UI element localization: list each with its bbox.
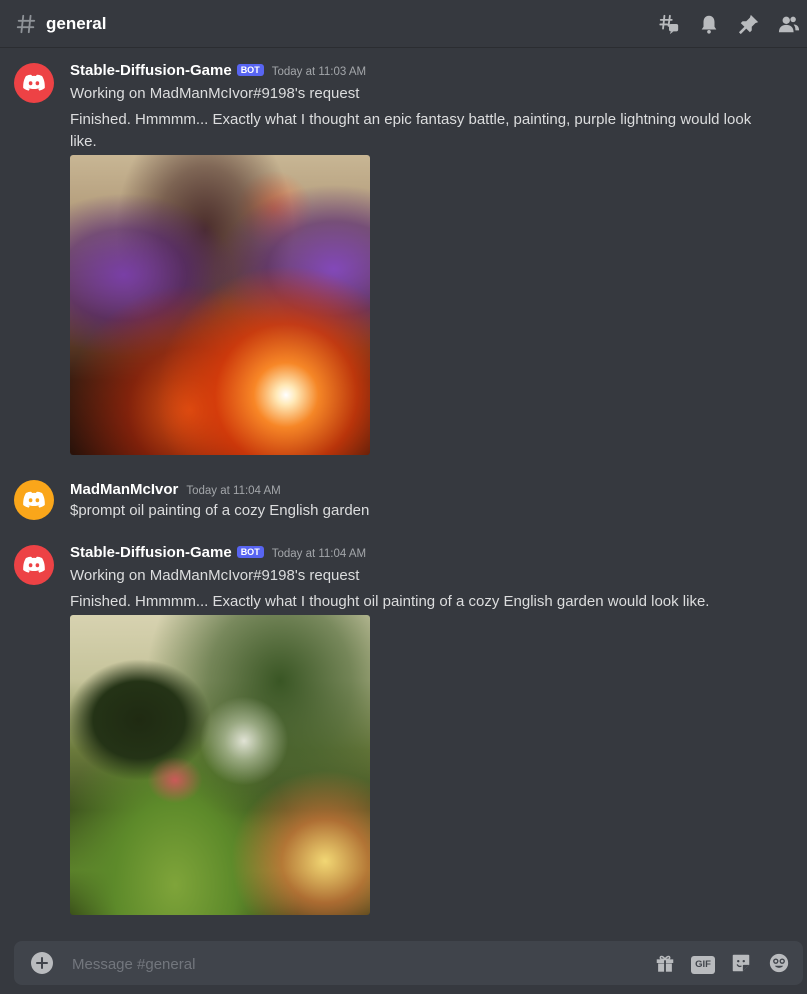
bot-badge: BOT xyxy=(236,64,264,76)
add-attachment-icon[interactable] xyxy=(31,952,53,974)
timestamp: Today at 11:03 AM xyxy=(271,66,367,78)
members-icon[interactable] xyxy=(777,12,801,36)
channel-header: general xyxy=(0,0,807,48)
avatar[interactable] xyxy=(14,480,54,520)
discord-logo-icon xyxy=(23,74,45,91)
message-text: $prompt oil painting of a cozy English g… xyxy=(70,502,370,519)
gif-icon[interactable]: GIF xyxy=(691,951,715,975)
timestamp: Today at 11:04 AM xyxy=(271,548,367,560)
message-text: Working on MadManMcIvor#9198's request xyxy=(70,567,360,584)
message-composer: GIF xyxy=(14,941,803,985)
author-name[interactable]: Stable-Diffusion-Game xyxy=(70,544,232,561)
gift-icon[interactable] xyxy=(653,951,677,975)
message-input[interactable] xyxy=(70,949,634,979)
threads-icon[interactable] xyxy=(657,12,681,36)
channel-hash-icon xyxy=(12,12,40,36)
emoji-icon[interactable] xyxy=(767,951,791,975)
message-text: Finished. Hmmmm... Exactly what I though… xyxy=(70,111,752,150)
gif-label: GIF xyxy=(691,955,715,974)
generated-image-fantasy-battle[interactable] xyxy=(70,155,370,455)
message-text: Finished. Hmmmm... Exactly what I though… xyxy=(70,593,710,610)
discord-logo-icon xyxy=(23,491,45,508)
generated-image-english-garden[interactable] xyxy=(70,615,370,915)
avatar[interactable] xyxy=(14,545,54,585)
message-text: Working on MadManMcIvor#9198's request xyxy=(70,85,360,102)
author-name[interactable]: MadManMcIvor xyxy=(70,481,178,498)
author-name[interactable]: Stable-Diffusion-Game xyxy=(70,62,232,79)
avatar[interactable] xyxy=(14,63,54,103)
pin-icon[interactable] xyxy=(737,12,761,36)
discord-logo-icon xyxy=(23,556,45,573)
channel-name: general xyxy=(46,13,107,33)
bot-badge: BOT xyxy=(236,546,264,558)
timestamp: Today at 11:04 AM xyxy=(186,485,281,497)
bell-icon[interactable] xyxy=(697,12,721,36)
sticker-icon[interactable] xyxy=(729,951,753,975)
